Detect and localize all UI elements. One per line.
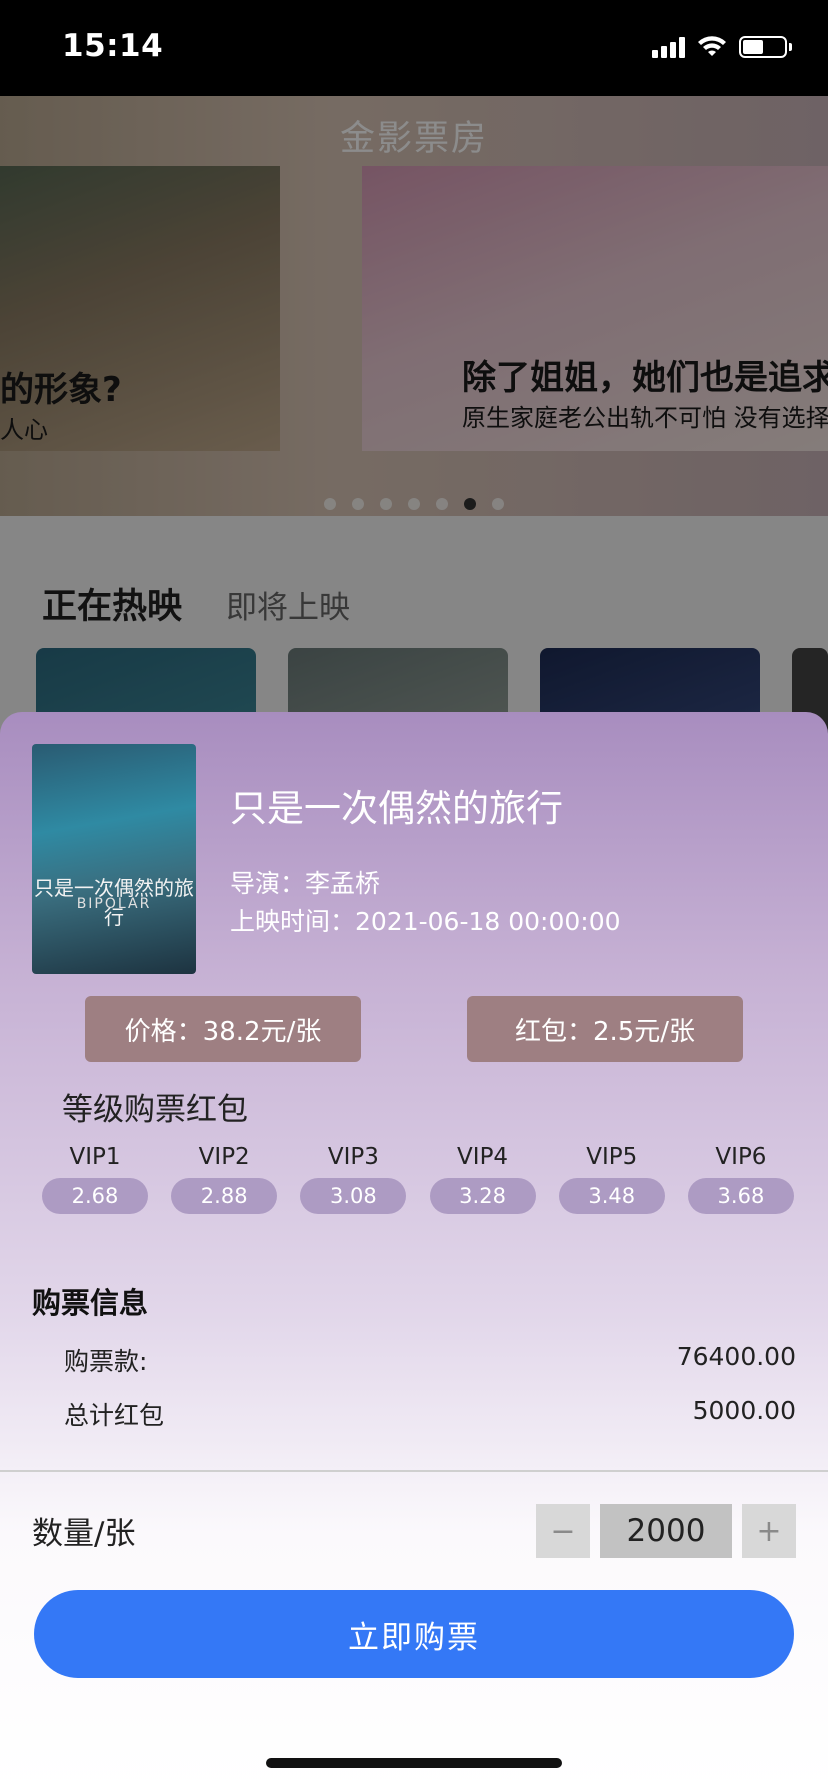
vip-level: VIP4 3.28 bbox=[428, 1144, 538, 1214]
vip-level-value: 3.68 bbox=[687, 1178, 794, 1214]
battery-cap bbox=[789, 43, 792, 51]
movie-director: 导演：李孟桥 bbox=[230, 869, 381, 898]
status-icons bbox=[652, 36, 792, 58]
quantity-label: 数量/张 bbox=[32, 1516, 136, 1552]
vip-level-name: VIP5 bbox=[586, 1144, 638, 1170]
vip-level-value: 3.48 bbox=[558, 1178, 665, 1214]
vip-levels: VIP1 2.68 VIP2 2.88 VIP3 3.08 VIP4 3.28 … bbox=[40, 1144, 796, 1214]
vip-level-name: VIP4 bbox=[457, 1144, 509, 1170]
battery-icon bbox=[739, 36, 787, 58]
poster-subcaption: BIPOLAR bbox=[76, 896, 152, 912]
payment-label: 购票款: bbox=[64, 1347, 148, 1376]
vip-level: VIP2 2.88 bbox=[169, 1144, 279, 1214]
home-indicator bbox=[266, 1758, 562, 1768]
quantity-stepper: − 2000 + bbox=[536, 1504, 796, 1558]
movie-release-time: 上映时间：2021-06-18 00:00:00 bbox=[230, 907, 621, 936]
vip-level-value: 3.28 bbox=[429, 1178, 536, 1214]
red-packet-badge: 红包：2.5元/张 bbox=[467, 996, 743, 1062]
cellular-signal-icon bbox=[652, 36, 685, 58]
decrement-button[interactable]: − bbox=[536, 1504, 590, 1558]
purchase-sheet: 只是一次偶然的旅行 BIPOLAR 只是一次偶然的旅行 导演：李孟桥 上映时间：… bbox=[0, 712, 828, 1792]
vip-level: VIP5 3.48 bbox=[557, 1144, 667, 1214]
wifi-icon bbox=[698, 36, 726, 56]
total-red-packet-label: 总计红包 bbox=[64, 1401, 165, 1430]
vip-level-name: VIP2 bbox=[198, 1144, 250, 1170]
vip-heading: 等级购票红包 bbox=[62, 1092, 248, 1128]
price-badge: 价格：38.2元/张 bbox=[85, 996, 361, 1062]
vip-level-value: 2.88 bbox=[171, 1178, 278, 1214]
status-bar: 15:14 bbox=[0, 0, 828, 96]
purchase-info-heading: 购票信息 bbox=[32, 1286, 149, 1320]
divider bbox=[0, 1470, 828, 1472]
movie-title: 只是一次偶然的旅行 bbox=[230, 787, 563, 830]
vip-level: VIP3 3.08 bbox=[298, 1144, 408, 1214]
increment-button[interactable]: + bbox=[742, 1504, 796, 1558]
status-time: 15:14 bbox=[62, 28, 164, 64]
buy-now-button[interactable]: 立即购票 bbox=[34, 1590, 794, 1678]
quantity-input[interactable]: 2000 bbox=[600, 1504, 732, 1558]
total-red-packet-value: 5000.00 bbox=[692, 1396, 796, 1425]
vip-level-value: 3.08 bbox=[300, 1178, 407, 1214]
payment-value: 76400.00 bbox=[676, 1342, 796, 1371]
vip-level: VIP6 3.68 bbox=[686, 1144, 796, 1214]
movie-poster: 只是一次偶然的旅行 BIPOLAR bbox=[32, 744, 196, 974]
total-red-packet-row: 总计红包 5000.00 bbox=[64, 1396, 796, 1432]
vip-level-name: VIP6 bbox=[715, 1144, 767, 1170]
vip-level-name: VIP3 bbox=[327, 1144, 379, 1170]
vip-level-name: VIP1 bbox=[69, 1144, 121, 1170]
payment-row: 购票款: 76400.00 bbox=[64, 1342, 796, 1378]
vip-level: VIP1 2.68 bbox=[40, 1144, 150, 1214]
vip-level-value: 2.68 bbox=[42, 1178, 148, 1214]
